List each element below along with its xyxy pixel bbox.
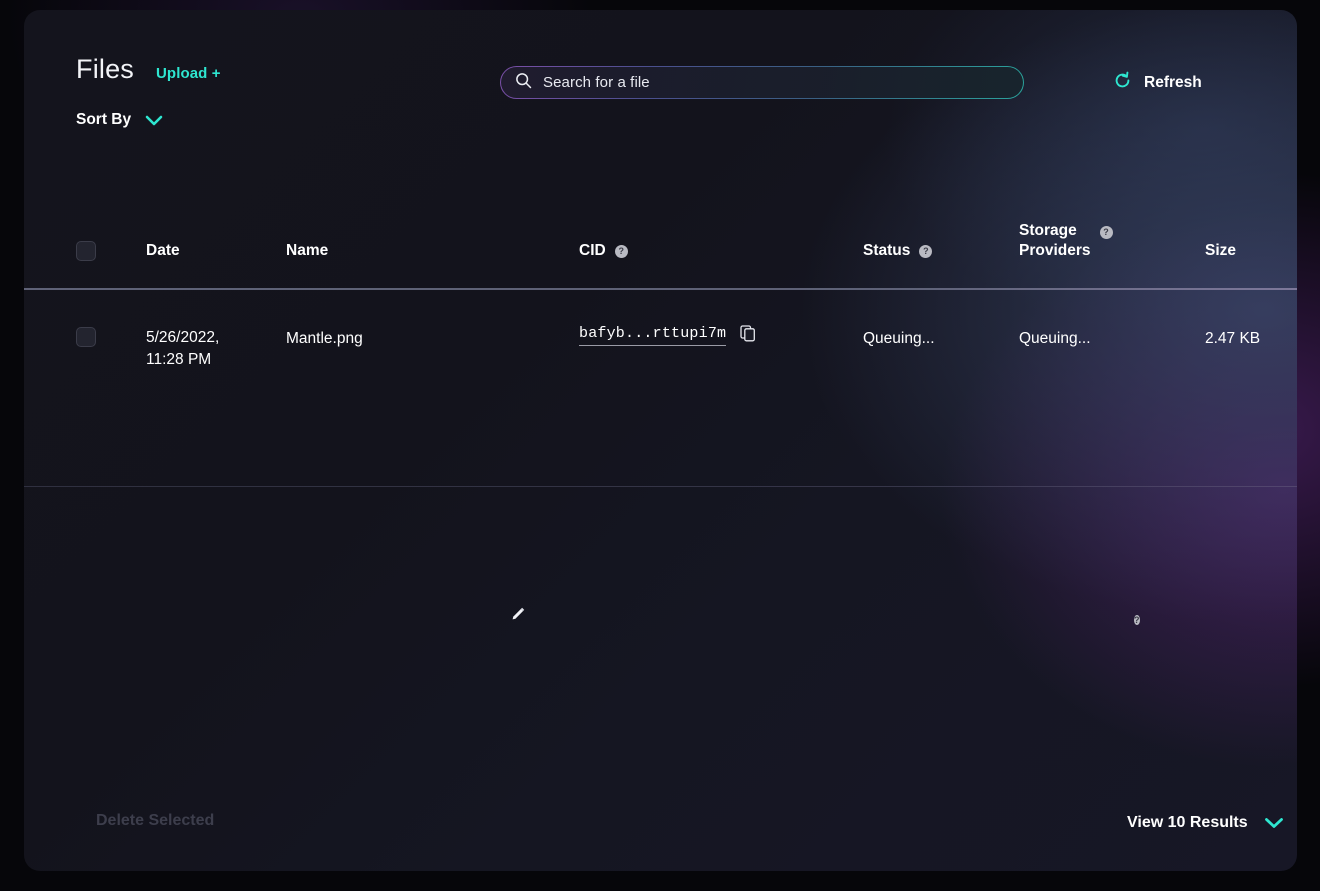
search-bar[interactable]: Search for a file bbox=[500, 66, 1024, 99]
column-header-name[interactable]: Name bbox=[286, 241, 328, 261]
page-title: Files bbox=[76, 54, 134, 85]
cid-value[interactable]: bafyb...rttupi7m bbox=[579, 325, 726, 346]
upload-link[interactable]: Upload + bbox=[156, 65, 221, 82]
copy-icon[interactable] bbox=[740, 325, 756, 347]
column-header-status[interactable]: Status ? bbox=[863, 241, 932, 261]
chevron-down-icon bbox=[145, 115, 163, 126]
cell-size: 2.47 KB bbox=[1205, 328, 1260, 349]
delete-selected-button[interactable]: Delete Selected bbox=[96, 812, 214, 830]
row-checkbox[interactable] bbox=[76, 327, 96, 347]
column-header-cid-label: CID bbox=[579, 241, 606, 261]
view-results-label: View 10 Results bbox=[1127, 814, 1248, 832]
table-row: 5/26/2022, 11:28 PM Mantle.png bafyb...r… bbox=[24, 290, 1297, 486]
table-header-row: Date Name CID ? Status ? Storage Provide… bbox=[24, 215, 1297, 287]
select-all-checkbox[interactable] bbox=[76, 241, 96, 261]
storage-providers-label-line1: Storage bbox=[1019, 221, 1091, 241]
cell-storage-providers: Queuing... bbox=[1019, 328, 1091, 349]
sort-by-dropdown[interactable]: Sort By bbox=[76, 111, 163, 129]
cell-date-line2: 11:28 PM bbox=[146, 349, 219, 371]
app-root: Files Upload + Sort By Search for a file bbox=[0, 0, 1320, 891]
cell-status: Queuing... bbox=[863, 328, 935, 349]
column-header-size[interactable]: Size bbox=[1205, 241, 1236, 261]
cell-cid: bafyb...rttupi7m bbox=[579, 325, 756, 347]
search-input[interactable]: Search for a file bbox=[543, 74, 650, 91]
storage-providers-label-line2: Providers bbox=[1019, 241, 1091, 261]
chevron-down-icon bbox=[1264, 817, 1284, 829]
sort-by-label: Sort By bbox=[76, 111, 131, 129]
cell-date: 5/26/2022, 11:28 PM bbox=[146, 327, 219, 371]
column-header-date[interactable]: Date bbox=[146, 241, 180, 261]
column-header-status-label: Status bbox=[863, 241, 910, 261]
row-divider bbox=[24, 486, 1297, 487]
files-card: Files Upload + Sort By Search for a file bbox=[24, 10, 1297, 871]
column-header-cid[interactable]: CID ? bbox=[579, 241, 628, 261]
cid-help-icon[interactable]: ? bbox=[615, 245, 628, 258]
row-storage-providers-help-icon[interactable]: ? bbox=[1134, 610, 1140, 628]
cell-name: Mantle.png bbox=[286, 328, 363, 349]
search-icon bbox=[515, 72, 532, 94]
refresh-icon bbox=[1113, 71, 1132, 95]
view-results-dropdown[interactable]: View 10 Results bbox=[1127, 814, 1284, 832]
refresh-button[interactable]: Refresh bbox=[1113, 71, 1202, 95]
cell-date-line1: 5/26/2022, bbox=[146, 327, 219, 349]
refresh-label: Refresh bbox=[1144, 74, 1202, 92]
storage-providers-help-icon[interactable]: ? bbox=[1100, 226, 1113, 239]
status-help-icon[interactable]: ? bbox=[919, 245, 932, 258]
column-header-storage-providers[interactable]: Storage Providers ? bbox=[1019, 221, 1113, 261]
pencil-icon[interactable] bbox=[510, 606, 526, 627]
